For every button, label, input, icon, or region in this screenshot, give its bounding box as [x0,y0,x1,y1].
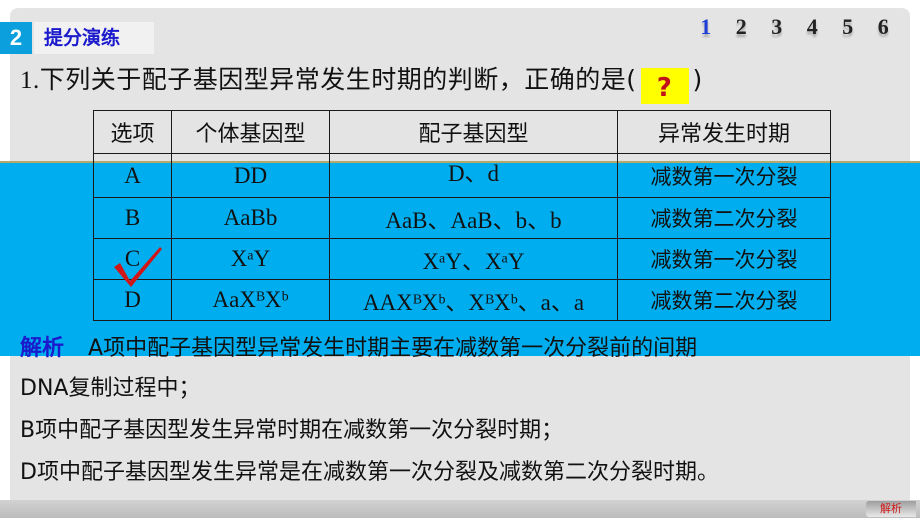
analysis-button[interactable]: 解析 [866,501,916,517]
question-text: 1.下列关于配子基因型异常发生时期的判断，正确的是(?) [20,60,703,104]
cell-individual: AaBb [171,197,330,239]
page-link-4[interactable]: 4 [795,14,831,40]
table-row: B AaBb AaB、AaB、b、b 减数第二次分裂 [93,197,831,239]
cell-period: 减数第二次分裂 [617,279,831,321]
cell-period: 减数第一次分裂 [617,238,831,280]
page-link-1[interactable]: 1 [688,14,724,40]
table-row: D AaXᴮXᵇ AAXᴮXᵇ、XᴮXᵇ、a、a 减数第二次分裂 [93,279,831,321]
explanation-line-1: 解析 A项中配子基因型异常发生时期主要在减数第一次分裂前的间期 [20,330,697,362]
explanation-label: 解析 [20,336,65,361]
explanation-line-3: B项中配子基因型发生异常时期在减数第一次分裂时期； [20,418,564,443]
cell-period: 减数第二次分裂 [617,197,831,239]
header-option: 选项 [93,110,172,154]
cell-gametes: D、d [329,153,618,198]
section-number-badge: 2 [0,22,32,54]
question-close-paren: ) [692,65,703,94]
table-row: A DD D、d 减数第一次分裂 [93,153,831,198]
options-table: 选项 个体基因型 配子基因型 异常发生时期 A DD D、d 减数第一次分裂 B… [93,110,831,321]
question-pager: 1 2 3 4 5 6 [688,14,901,40]
cell-gametes: XᵃY、XᵃY [329,238,618,280]
cell-individual: XᵃY [171,238,330,280]
header-individual: 个体基因型 [171,110,330,154]
table-row: C XᵃY XᵃY、XᵃY 减数第一次分裂 [93,238,831,280]
cell-period: 减数第一次分裂 [617,153,831,198]
section-title: 提分演练 [34,22,154,54]
header-gametes: 配子基因型 [329,110,618,154]
page-link-2[interactable]: 2 [724,14,760,40]
cell-individual: DD [171,153,330,198]
table-header-row: 选项 个体基因型 配子基因型 异常发生时期 [93,110,831,154]
explanation-line-4: D项中配子基因型发生异常是在减数第一次分裂及减数第二次分裂时期。 [20,460,719,485]
question-number: 1. [20,67,40,94]
cell-option: B [93,197,172,239]
cell-individual: AaXᴮXᵇ [171,279,330,321]
cell-gametes: AaB、AaB、b、b [329,197,618,239]
checkmark-icon [114,247,162,287]
header-period: 异常发生时期 [617,110,831,154]
page-link-5[interactable]: 5 [830,14,866,40]
page-link-3[interactable]: 3 [759,14,795,40]
explanation-text: A项中配子基因型异常发生时期主要在减数第一次分裂前的间期 [88,336,698,361]
answer-reveal-button[interactable]: ? [640,68,689,104]
bottom-bar [0,500,920,518]
cell-gametes: AAXᴮXᵇ、XᴮXᵇ、a、a [329,279,618,321]
question-stem: 下列关于配子基因型异常发生时期的判断，正确的是( [39,65,637,94]
explanation-line-2: DNA复制过程中； [20,376,201,401]
cell-option: A [93,153,172,198]
page-link-6[interactable]: 6 [866,14,902,40]
